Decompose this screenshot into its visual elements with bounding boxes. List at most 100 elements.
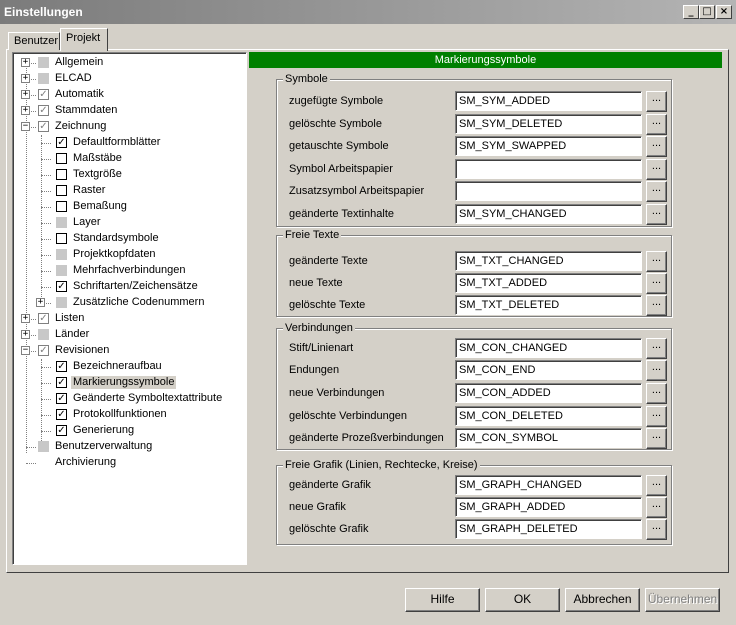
symbol-input[interactable]: SM_TXT_ADDED [455,273,642,293]
ok-button[interactable]: OK [485,588,560,612]
help-button[interactable]: Hilfe [405,588,480,612]
tree-item[interactable]: Raster [13,183,243,199]
symbol-input[interactable] [455,159,642,179]
checkbox-icon[interactable] [56,233,67,244]
tree-item[interactable]: + Länder [13,327,243,343]
symbol-input[interactable]: SM_GRAPH_ADDED [455,497,642,517]
close-button[interactable]: × [716,5,732,19]
tree-item[interactable]: + ELCAD [13,71,243,87]
tree-item[interactable]: ✓ Bezeichneraufbau [13,359,243,375]
browse-button[interactable]: ... [646,251,667,272]
tree-item[interactable]: Layer [13,215,243,231]
checkbox-icon[interactable] [56,201,67,212]
checkbox-icon[interactable]: ✓ [56,137,67,148]
browse-button[interactable]: ... [646,204,667,225]
tree-item[interactable]: ✓ Schriftarten/Zeichensätze [13,279,243,295]
checkbox-icon[interactable] [56,153,67,164]
browse-button[interactable]: ... [646,273,667,294]
expand-icon[interactable]: + [21,58,30,67]
tree-item[interactable]: Maßstäbe [13,151,243,167]
tree-item[interactable]: Standardsymbole [13,231,243,247]
browse-button[interactable]: ... [646,159,667,180]
checkbox-icon[interactable]: ✓ [38,345,49,356]
tree-item[interactable]: + ✓ Listen [13,311,243,327]
checkbox-icon[interactable] [56,297,67,308]
symbol-input[interactable]: SM_SYM_ADDED [455,91,642,111]
checkbox-icon[interactable] [38,441,49,452]
symbol-input[interactable]: SM_GRAPH_CHANGED [455,475,642,495]
browse-button[interactable]: ... [646,428,667,449]
expand-icon[interactable]: + [21,90,30,99]
browse-button[interactable]: ... [646,475,667,496]
browse-button[interactable]: ... [646,295,667,316]
symbol-input[interactable]: SM_GRAPH_DELETED [455,519,642,539]
tree-item[interactable]: − ✓ Zeichnung [13,119,243,135]
collapse-icon[interactable]: − [21,346,30,355]
checkbox-icon[interactable]: ✓ [56,393,67,404]
tab-benutzer[interactable]: Benutzer [8,32,60,50]
checkbox-icon[interactable] [56,169,67,180]
checkbox-icon[interactable] [38,57,49,68]
tree-item[interactable]: + ✓ Automatik [13,87,243,103]
checkbox-icon[interactable]: ✓ [38,89,49,100]
symbol-input[interactable]: SM_SYM_SWAPPED [455,136,642,156]
checkbox-icon[interactable] [56,185,67,196]
browse-button[interactable]: ... [646,338,667,359]
symbol-input[interactable]: SM_SYM_DELETED [455,114,642,134]
tree-item[interactable]: Mehrfachverbindungen [13,263,243,279]
checkbox-icon[interactable] [56,217,67,228]
tree-item[interactable]: − ✓ Revisionen [13,343,243,359]
symbol-input[interactable]: SM_CON_CHANGED [455,338,642,358]
collapse-icon[interactable]: − [21,122,30,131]
expand-icon[interactable]: + [21,330,30,339]
browse-button[interactable]: ... [646,114,667,135]
apply-button[interactable]: Übernehmen [645,588,720,612]
tree-item[interactable]: ✓ Defaultformblätter [13,135,243,151]
browse-button[interactable]: ... [646,497,667,518]
checkbox-icon[interactable] [56,265,67,276]
symbol-input[interactable]: SM_CON_SYMBOL [455,428,642,448]
symbol-input[interactable] [455,181,642,201]
checkbox-icon[interactable]: ✓ [56,361,67,372]
symbol-input[interactable]: SM_CON_END [455,360,642,380]
checkbox-icon[interactable]: ✓ [38,121,49,132]
checkbox-icon[interactable] [56,249,67,260]
checkbox-icon[interactable]: ✓ [56,425,67,436]
tab-projekt[interactable]: Projekt [60,28,108,51]
browse-button[interactable]: ... [646,136,667,157]
tree-item[interactable]: Bemaßung [13,199,243,215]
cancel-button[interactable]: Abbrechen [565,588,640,612]
title-bar[interactable]: Einstellungen _ □ × [0,0,736,24]
tree-item[interactable]: ✓ Generierung [13,423,243,439]
tree-item[interactable]: + ✓ Stammdaten [13,103,243,119]
settings-tree[interactable]: + Allgemein + ELCAD + ✓ Automatik + ✓ Stammdaten −… [12,52,247,565]
expand-icon[interactable]: + [21,314,30,323]
expand-icon[interactable]: + [36,298,45,307]
tree-item[interactable]: ✓ Geänderte Symboltextattribute [13,391,243,407]
browse-button[interactable]: ... [646,519,667,540]
checkbox-icon[interactable]: ✓ [38,313,49,324]
symbol-input[interactable]: SM_TXT_DELETED [455,295,642,315]
checkbox-icon[interactable] [38,73,49,84]
browse-button[interactable]: ... [646,181,667,202]
checkbox-icon[interactable]: ✓ [38,105,49,116]
expand-icon[interactable]: + [21,74,30,83]
checkbox-icon[interactable]: ✓ [56,281,67,292]
symbol-input[interactable]: SM_CON_ADDED [455,383,642,403]
checkbox-icon[interactable] [38,329,49,340]
checkbox-icon[interactable]: ✓ [56,377,67,388]
tree-item[interactable]: + Allgemein [13,55,243,71]
browse-button[interactable]: ... [646,91,667,112]
browse-button[interactable]: ... [646,406,667,427]
tree-item[interactable]: ✓ Protokollfunktionen [13,407,243,423]
tree-item[interactable]: ✓ Markierungssymbole [13,375,243,391]
minimize-button[interactable]: _ [683,5,699,19]
tree-item[interactable]: Projektkopfdaten [13,247,243,263]
browse-button[interactable]: ... [646,360,667,381]
browse-button[interactable]: ... [646,383,667,404]
expand-icon[interactable]: + [21,106,30,115]
symbol-input[interactable]: SM_TXT_CHANGED [455,251,642,271]
tree-item[interactable]: Archivierung [13,455,243,471]
maximize-button[interactable]: □ [699,5,715,19]
symbol-input[interactable]: SM_CON_DELETED [455,406,642,426]
